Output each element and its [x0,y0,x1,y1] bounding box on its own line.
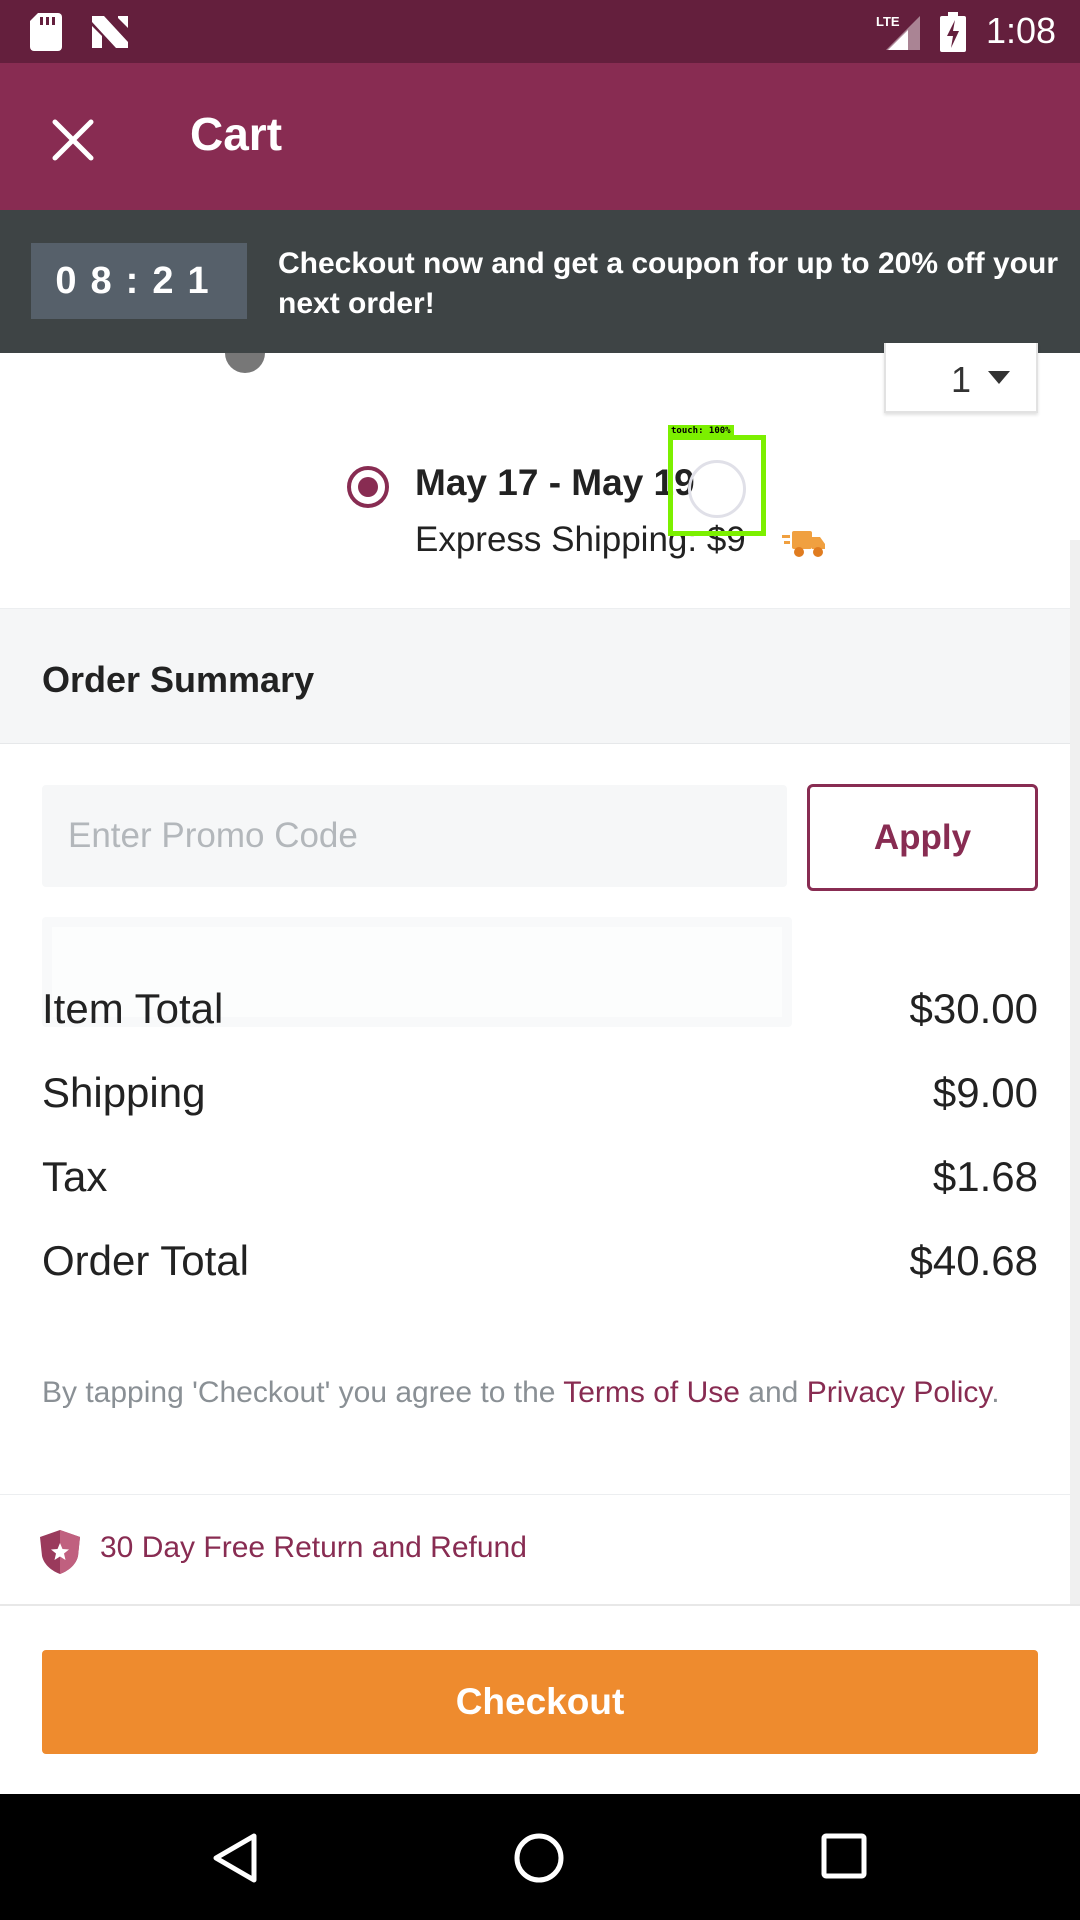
terms-suffix: . [991,1376,1000,1409]
terms-notice: By tapping 'Checkout' you agree to the T… [42,1370,1002,1416]
promo-code-input[interactable] [42,785,787,887]
scrollbar[interactable] [1070,540,1080,1605]
countdown-timer: 08:21 [31,243,247,319]
promo-banner: 08:21 Checkout now and get a coupon for … [0,210,1080,353]
home-icon[interactable] [513,1832,565,1884]
sd-card-icon [30,13,62,51]
total-value: $1.68 [932,1153,1038,1200]
quantity-value: 1 [951,359,972,400]
product-image[interactable] [225,353,265,373]
shipping-radio-button[interactable] [346,465,390,509]
svg-text:LTE: LTE [876,14,900,29]
order-summary-title: Order Summary [42,659,315,700]
page-title: Cart [190,108,283,160]
lte-signal-icon: LTE [876,14,920,50]
notification-n-icon [92,16,128,48]
total-row-order-total: Order Total $40.68 [42,1237,1038,1321]
terms-prefix: By tapping 'Checkout' you agree to the [42,1376,564,1409]
terms-middle: and [739,1376,807,1409]
shield-icon [40,1530,80,1574]
return-policy-row[interactable]: 30 Day Free Return and Refund [0,1494,1080,1605]
chevron-down-icon [988,371,1010,384]
terms-of-use-link[interactable]: Terms of Use [563,1376,740,1409]
status-bar: LTE 1:08 [0,0,1080,63]
apply-button[interactable]: Apply [807,784,1038,891]
status-clock: 1:08 [986,10,1057,51]
truck-icon [782,531,825,557]
checkout-button[interactable]: Checkout [42,1650,1038,1754]
battery-charging-icon [940,12,966,52]
total-value: $9.00 [932,1069,1038,1116]
promo-message: Checkout now and get a coupon for up to … [278,247,1058,320]
order-totals: Item Total $30.00 Shipping $9.00 Tax $1.… [42,985,1038,1321]
total-label: Item Total [42,985,224,1032]
total-label: Order Total [42,1237,249,1284]
return-policy-text: 30 Day Free Return and Refund [100,1531,527,1564]
total-label: Tax [42,1153,108,1200]
system-navigation-bar [0,1794,1080,1920]
recents-icon[interactable] [820,1832,868,1880]
shipping-dates: May 17 - May 19 [415,462,695,503]
cart-item: 1 May 17 - May 19 Express Shipping: $9 [0,343,1080,608]
total-value: $40.68 [909,1237,1038,1284]
total-row-item-total: Item Total $30.00 [42,985,1038,1069]
back-icon[interactable] [210,1832,260,1884]
total-value: $30.00 [909,985,1038,1032]
total-label: Shipping [42,1069,206,1116]
quantity-dropdown[interactable]: 1 [884,343,1038,413]
total-row-shipping: Shipping $9.00 [42,1069,1038,1153]
close-icon[interactable] [38,105,108,175]
total-row-tax: Tax $1.68 [42,1153,1038,1237]
app-bar: Cart [0,63,1080,210]
touch-indicator-circle [688,460,746,518]
checkout-footer: Checkout [0,1604,1080,1796]
privacy-policy-link[interactable]: Privacy Policy [807,1376,991,1409]
order-summary-header: Order Summary [0,608,1080,744]
